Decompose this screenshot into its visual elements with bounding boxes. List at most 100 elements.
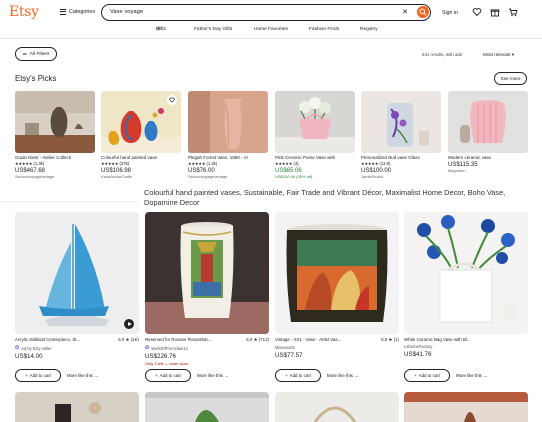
header-divider bbox=[0, 38, 542, 39]
seller-info: ✪ Ad by Etsy seller bbox=[15, 345, 52, 351]
seller-info: LahomeFactory bbox=[404, 344, 433, 349]
rating: ★★★★★ (276) bbox=[101, 161, 130, 166]
price: US$115.35 bbox=[448, 161, 478, 168]
shop-name: KaraKorumCrafts bbox=[101, 174, 132, 179]
price: US$100.00 bbox=[361, 167, 392, 174]
section-title: Etsy's Picks bbox=[15, 74, 57, 83]
site-header: Etsy Categories Vase voyage ✕ Sign in ⊞ … bbox=[0, 0, 542, 38]
seller-info: ✪ WorldOfPorcelain14 bbox=[145, 345, 188, 351]
shop-name: Secondvoyagevintage bbox=[188, 174, 228, 179]
listing-card[interactable]: Reserved for Roxane Rosenthal... 5.0 ★ (… bbox=[145, 212, 269, 382]
pick-card[interactable]: Guido Niest - Atelier Collecti ★★★★★ (1.… bbox=[15, 91, 95, 179]
see-more-button[interactable]: See more bbox=[494, 72, 527, 85]
product-image[interactable] bbox=[15, 392, 139, 422]
arrow-right-icon: → bbox=[354, 373, 359, 378]
subnav-registry[interactable]: Registry bbox=[360, 27, 378, 32]
price: US$77.57 bbox=[275, 351, 303, 359]
results-count: 541 results, with ads bbox=[422, 52, 463, 57]
product-image[interactable] bbox=[188, 91, 268, 153]
price: US$106.98 bbox=[101, 167, 132, 174]
shop-name: JamieStudio bbox=[361, 174, 384, 179]
subnav-home-favorites[interactable]: Home Favorites bbox=[254, 27, 288, 32]
sign-in-link[interactable]: Sign in bbox=[442, 10, 458, 16]
categories-button[interactable]: Categories bbox=[60, 8, 95, 16]
product-image[interactable] bbox=[404, 212, 528, 334]
arrow-right-icon: → bbox=[94, 373, 99, 378]
product-image[interactable] bbox=[15, 91, 95, 153]
shop-name: Secondvoyagevintage bbox=[15, 174, 55, 179]
listing-card[interactable]: Acrylic Sailboat Centerpiece, St... 5.0 … bbox=[15, 212, 139, 382]
pick-title: Personalized Bud vase Glass bbox=[361, 155, 420, 160]
rating: 5.0 ★ (712) bbox=[246, 337, 269, 342]
product-image[interactable] bbox=[448, 91, 528, 153]
listing-title: Vintage - XXL - Vase - Artist Vas... bbox=[275, 337, 342, 342]
pick-title: Modern ceramic vase bbox=[448, 155, 492, 160]
categories-label: Categories bbox=[69, 8, 96, 15]
original-price: US$100.09 (35% off) bbox=[275, 174, 313, 179]
add-to-cart-button[interactable]: + Add to cart bbox=[404, 369, 450, 382]
star-rating-icon: ★★★★★ bbox=[361, 161, 379, 166]
product-image[interactable] bbox=[101, 91, 181, 153]
favorite-heart-icon[interactable] bbox=[167, 95, 177, 105]
listing-card[interactable]: White Ceramic Bag Vase with Bl... Lahome… bbox=[404, 212, 528, 382]
rating: ★★★★★ (4) bbox=[275, 161, 299, 166]
heart-icon[interactable] bbox=[472, 7, 482, 17]
star-rating-icon: ★★★★★ bbox=[101, 161, 119, 166]
product-image[interactable] bbox=[361, 91, 441, 153]
play-video-icon[interactable] bbox=[124, 319, 134, 329]
plus-icon: + bbox=[155, 373, 158, 378]
price: US$14.00 bbox=[15, 352, 43, 360]
listing-card[interactable]: Vintage - XXL - Vase - Artist Vas... 5.0… bbox=[275, 212, 399, 382]
title-tooltip: Colourful hand painted vases, Sustainabl… bbox=[138, 186, 542, 212]
product-image[interactable] bbox=[275, 91, 355, 153]
product-image[interactable] bbox=[145, 392, 269, 422]
star-rating-icon: ★★★★★ bbox=[15, 161, 33, 166]
rating: ★★★★★ (1.3k) bbox=[188, 161, 218, 166]
sale-price: US$65.06 bbox=[275, 167, 302, 174]
sort-dropdown[interactable]: Most relevant ▾ bbox=[483, 52, 514, 58]
all-filters-button[interactable]: ⚌ All Filters bbox=[15, 47, 57, 61]
more-like-this-link[interactable]: More like this → bbox=[67, 373, 99, 378]
arrow-right-icon: → bbox=[483, 373, 488, 378]
search-input[interactable]: Vase voyage ✕ bbox=[101, 4, 431, 21]
subnav-fathers-day[interactable]: Father's Day Gifts bbox=[194, 27, 232, 32]
pick-card[interactable]: Pink Ceramic Purse Vase with ★★★★★ (4) U… bbox=[275, 91, 355, 179]
listing-title: Acrylic Sailboat Centerpiece, St... bbox=[15, 337, 81, 342]
more-like-this-link[interactable]: More like this → bbox=[456, 373, 488, 378]
pick-card[interactable]: Plegah Forest Vase, 1960 - Vi ★★★★★ (1.3… bbox=[188, 91, 268, 179]
star-seller-icon: ✪ bbox=[15, 345, 20, 351]
pick-card[interactable]: Colourful hand painted vase ★★★★★ (276) … bbox=[101, 91, 181, 179]
search-value[interactable]: Vase voyage bbox=[110, 9, 143, 15]
etsy-logo[interactable]: Etsy bbox=[9, 4, 39, 20]
chevron-down-icon: ▾ bbox=[511, 52, 515, 57]
pick-card[interactable]: Personalized Bud vase Glass ★★★★★ (13.8)… bbox=[361, 91, 441, 179]
clear-icon[interactable]: ✕ bbox=[402, 8, 408, 16]
pick-title: Plegah Forest Vase, 1960 - Vi bbox=[188, 155, 248, 160]
shop-name: Magnalen bbox=[448, 168, 466, 173]
add-to-cart-button[interactable]: + Add to cart bbox=[275, 369, 321, 382]
subnav-fashion-finds[interactable]: Fashion Finds bbox=[309, 27, 339, 32]
arrow-right-icon: → bbox=[224, 373, 229, 378]
rating: ★★★★★ (1.3k) bbox=[15, 161, 45, 166]
rating: 5.0 ★ (1K) bbox=[118, 337, 139, 342]
product-image[interactable] bbox=[275, 392, 399, 422]
product-image[interactable] bbox=[275, 212, 399, 334]
pick-card[interactable]: Modern ceramic vase US$115.35 Magnalen bbox=[448, 91, 528, 173]
star-rating-icon: ★★★★★ bbox=[275, 161, 293, 166]
more-like-this-link[interactable]: More like this → bbox=[327, 373, 359, 378]
product-image[interactable] bbox=[404, 392, 528, 422]
more-like-this-link[interactable]: More like this → bbox=[197, 373, 229, 378]
add-to-cart-button[interactable]: + Add to cart bbox=[145, 369, 191, 382]
cart-icon[interactable] bbox=[508, 7, 518, 17]
product-image[interactable] bbox=[15, 212, 139, 334]
add-to-cart-button[interactable]: + Add to cart bbox=[15, 369, 61, 382]
listing-title: White Ceramic Bag Vase with Bl... bbox=[404, 337, 471, 342]
listing-title: Reserved for Roxane Rosenthal... bbox=[145, 337, 212, 342]
price: US$226.76 bbox=[145, 352, 176, 360]
rating: 5.0 ★ (1) bbox=[381, 337, 399, 342]
gift-icon[interactable] bbox=[490, 7, 500, 17]
seller-info: Maisonarts bbox=[275, 345, 296, 350]
product-image[interactable] bbox=[145, 212, 269, 334]
plus-icon: + bbox=[414, 373, 417, 378]
search-button[interactable] bbox=[417, 6, 429, 18]
